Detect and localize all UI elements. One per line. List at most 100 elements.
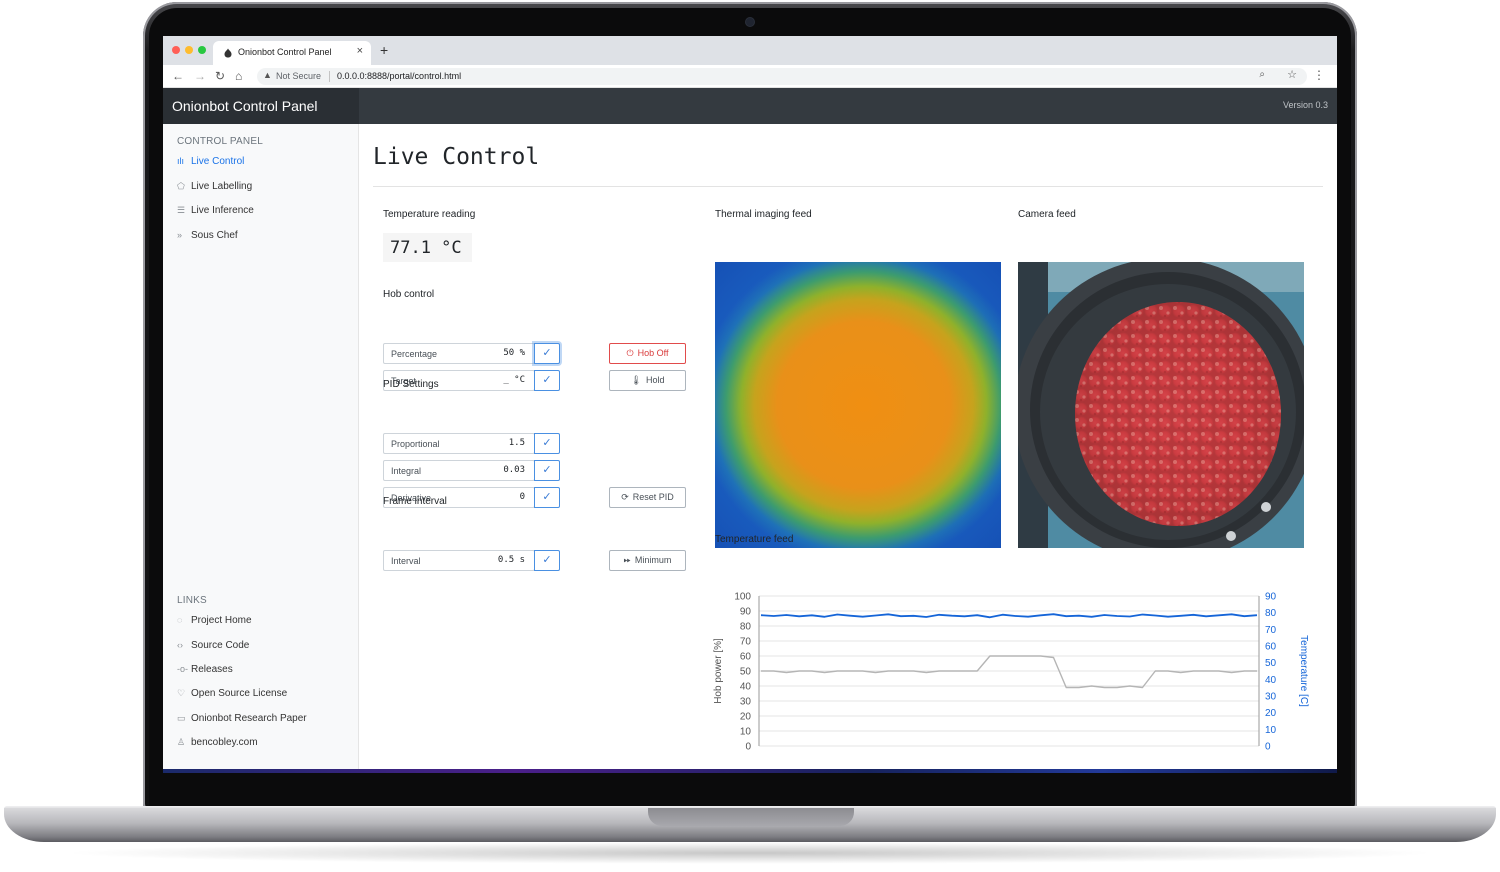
link-open-source-license[interactable]: ♡ Open Source License [177,688,287,702]
link-source-code[interactable]: ‹› Source Code [177,640,249,654]
link-label: Open Source License [191,688,288,699]
commit-icon: -o- [177,664,188,674]
integral-field-value: 0.03 [503,465,525,475]
left-tick-label: 70 [740,637,752,648]
sidebar-item-live-control[interactable]: ılı Live Control [177,156,244,170]
derivative-submit-button[interactable]: ✓ [534,487,560,508]
pid-settings-label: PID Settings [383,379,439,390]
hob-off-button[interactable]: ⏻ Hob Off [609,343,686,364]
close-tab-icon[interactable]: × [357,45,363,57]
file-icon: ▭ [177,713,186,723]
integral-submit-button[interactable]: ✓ [534,460,560,481]
minimize-window-button[interactable] [185,46,193,54]
left-tick-label: 40 [740,682,752,693]
integral-field[interactable]: Integral 0.03 [383,460,535,481]
forward-icon[interactable]: → [194,69,206,83]
browser-menu-icon[interactable]: ⋮ [1313,68,1325,82]
link-releases[interactable]: -o- Releases [177,664,233,678]
target-field-value: _ °C [503,375,525,385]
proportional-field-value: 1.5 [508,438,525,448]
frame-interval-label: Frame interval [383,496,447,507]
back-icon[interactable]: ← [172,69,184,83]
right-tick-label: 60 [1265,642,1277,653]
hold-button[interactable]: 🌡︎ Hold [609,370,686,391]
left-tick-label: 50 [740,667,752,678]
right-tick-label: 80 [1265,608,1277,619]
right-tick-label: 30 [1265,692,1277,703]
laptop-shadow [60,842,1440,864]
percentage-submit-button[interactable]: ✓ [534,343,560,364]
maximize-window-button[interactable] [198,46,206,54]
link-research-paper[interactable]: ▭ Onionbot Research Paper [177,713,307,727]
temperature-feed-label: Temperature feed [715,534,794,545]
home-icon[interactable]: ⌂ [235,69,242,83]
interval-field-label: Interval [391,556,421,566]
right-tick-label: 10 [1265,725,1277,736]
url-field[interactable]: ▲ Not Secure 0.0.0.0:8888/portal/control… [257,68,1307,85]
left-tick-label: 100 [734,592,751,603]
github-icon: ◌ [177,615,183,625]
zoom-icon[interactable]: ⌕ [1259,69,1265,80]
sidebar-item-label: Live Inference [191,205,254,216]
app-navbar: Onionbot Control Panel Version 0.3 [163,88,1337,124]
right-tick-label: 40 [1265,675,1277,686]
minimum-button[interactable]: ⏩︎ Minimum [609,550,686,571]
webcam [746,18,754,26]
sidebar-item-label: Live Control [191,156,245,167]
reload-icon[interactable]: ↻ [215,69,225,83]
sidebar-item-label: Sous Chef [191,230,238,241]
tag-icon: ⬠ [177,181,185,191]
tab-title: Onionbot Control Panel [238,47,332,57]
reset-pid-button[interactable]: ⟳ Reset PID [609,487,686,508]
sidebar-item-sous-chef[interactable]: » Sous Chef [177,230,238,244]
thermal-imaging-image [715,262,1001,548]
left-axis-label: Hob power [%] [713,638,724,704]
link-bencobley[interactable]: ♙ bencobley.com [177,737,258,751]
percentage-field-value: 50 % [503,348,525,358]
link-label: Project Home [191,615,252,626]
proportional-field[interactable]: Proportional 1.5 [383,433,535,454]
target-submit-button[interactable]: ✓ [534,370,560,391]
fast-forward-icon: ⏩︎ [623,555,631,565]
thermometer-icon: 🌡︎ [630,375,642,385]
brand-title[interactable]: Onionbot Control Panel [163,88,359,124]
hob-off-button-label: Hob Off [637,348,669,358]
proportional-field-label: Proportional [391,439,440,449]
percentage-field-label: Percentage [391,349,438,359]
right-tick-label: 20 [1265,708,1277,719]
derivative-field-value: 0 [519,492,525,502]
interval-submit-button[interactable]: ✓ [534,550,560,571]
hob-control-label: Hob control [383,289,435,300]
left-tick-label: 60 [740,652,752,663]
interval-field[interactable]: Interval 0.5 s [383,550,535,571]
sidebar-item-live-inference[interactable]: ☰ Live Inference [177,205,254,219]
bookmark-star-icon[interactable]: ☆ [1287,68,1297,81]
close-window-button[interactable] [172,46,180,54]
right-tick-label: 0 [1265,742,1271,753]
url-text: 0.0.0.0:8888/portal/control.html [337,71,462,81]
proportional-submit-button[interactable]: ✓ [534,433,560,454]
left-tick-label: 80 [740,622,752,633]
code-icon: ‹› [177,640,183,650]
user-icon: ♙ [177,737,186,747]
thermal-feed-label: Thermal imaging feed [715,209,812,220]
new-tab-button[interactable]: + [380,42,388,58]
refresh-icon: ⟳ [621,492,629,502]
pan-photo [1018,262,1304,548]
database-icon: ☰ [177,205,186,215]
browser-window: Onionbot Control Panel × + ← → ↻ ⌂ ▲ Not… [163,36,1337,769]
link-project-home[interactable]: ◌ Project Home [177,615,252,629]
camera-feed-label: Camera feed [1018,209,1076,220]
heart-icon: ♡ [177,688,186,698]
temperature-series-line [760,613,1258,619]
percentage-field[interactable]: Percentage 50 % [383,343,535,364]
left-tick-label: 20 [740,712,752,723]
right-axis-label: Temperature [C] [1298,635,1309,707]
reset-pid-button-label: Reset PID [632,492,674,502]
hob-power-series-line [761,655,1257,689]
left-tick-label: 90 [740,607,752,618]
camera-feed-image [1018,262,1304,548]
browser-tab[interactable]: Onionbot Control Panel × [213,41,371,65]
integral-field-label: Integral [391,466,422,476]
sidebar-item-live-labelling[interactable]: ⬠ Live Labelling [177,181,252,195]
